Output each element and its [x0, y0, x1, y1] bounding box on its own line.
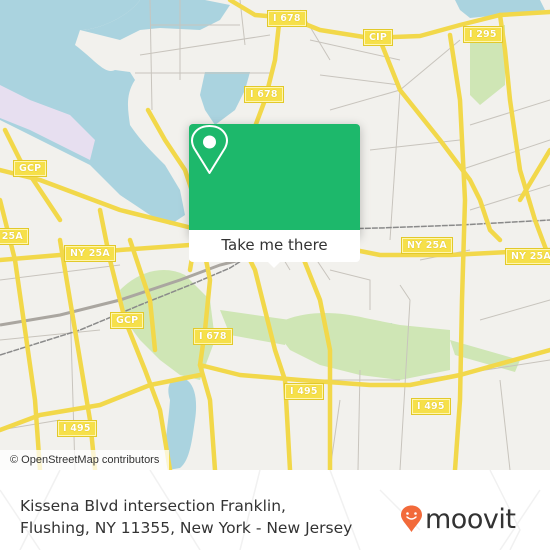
- popup-pointer: [266, 260, 282, 268]
- lake-meadow: [165, 377, 197, 470]
- road-label-gcp: GCP: [111, 313, 144, 328]
- road-label-ny25a: NY 25A: [0, 229, 28, 244]
- road-label-cip: CIP: [364, 30, 393, 45]
- take-me-there-button[interactable]: Take me there: [189, 230, 360, 262]
- road-label-i495: I 495: [58, 421, 96, 436]
- popup-header: [189, 124, 360, 230]
- road-label-i678: I 678: [268, 11, 306, 26]
- road-label-i295: I 295: [464, 27, 502, 42]
- road-label-i495: I 495: [285, 384, 323, 399]
- road-label-i678: I 678: [194, 329, 232, 344]
- moovit-pin-icon: [401, 505, 422, 532]
- park-kissena: [275, 313, 450, 380]
- moovit-logo[interactable]: moovit: [400, 503, 516, 535]
- map-view[interactable]: I 678 CIP I 295 I 678 GCP NY 25A NY 25A …: [0, 0, 550, 470]
- road-label-i678: I 678: [245, 87, 283, 102]
- creek-water: [200, 72, 250, 125]
- road-label-ny25a: NY 25A: [402, 238, 452, 253]
- moovit-wordmark: moovit: [425, 503, 516, 535]
- address-text: Kissena Blvd intersection Franklin, Flus…: [20, 497, 353, 537]
- osm-attribution[interactable]: © OpenStreetMap contributors: [0, 450, 170, 470]
- location-pin-icon: [191, 125, 228, 174]
- road-label-ny25a: NY 25A: [506, 249, 550, 264]
- road-label-i495: I 495: [412, 399, 450, 414]
- road-label-ny25a: NY 25A: [65, 246, 115, 261]
- destination-popup: Take me there: [189, 124, 360, 268]
- road-label-gcp: GCP: [14, 161, 47, 176]
